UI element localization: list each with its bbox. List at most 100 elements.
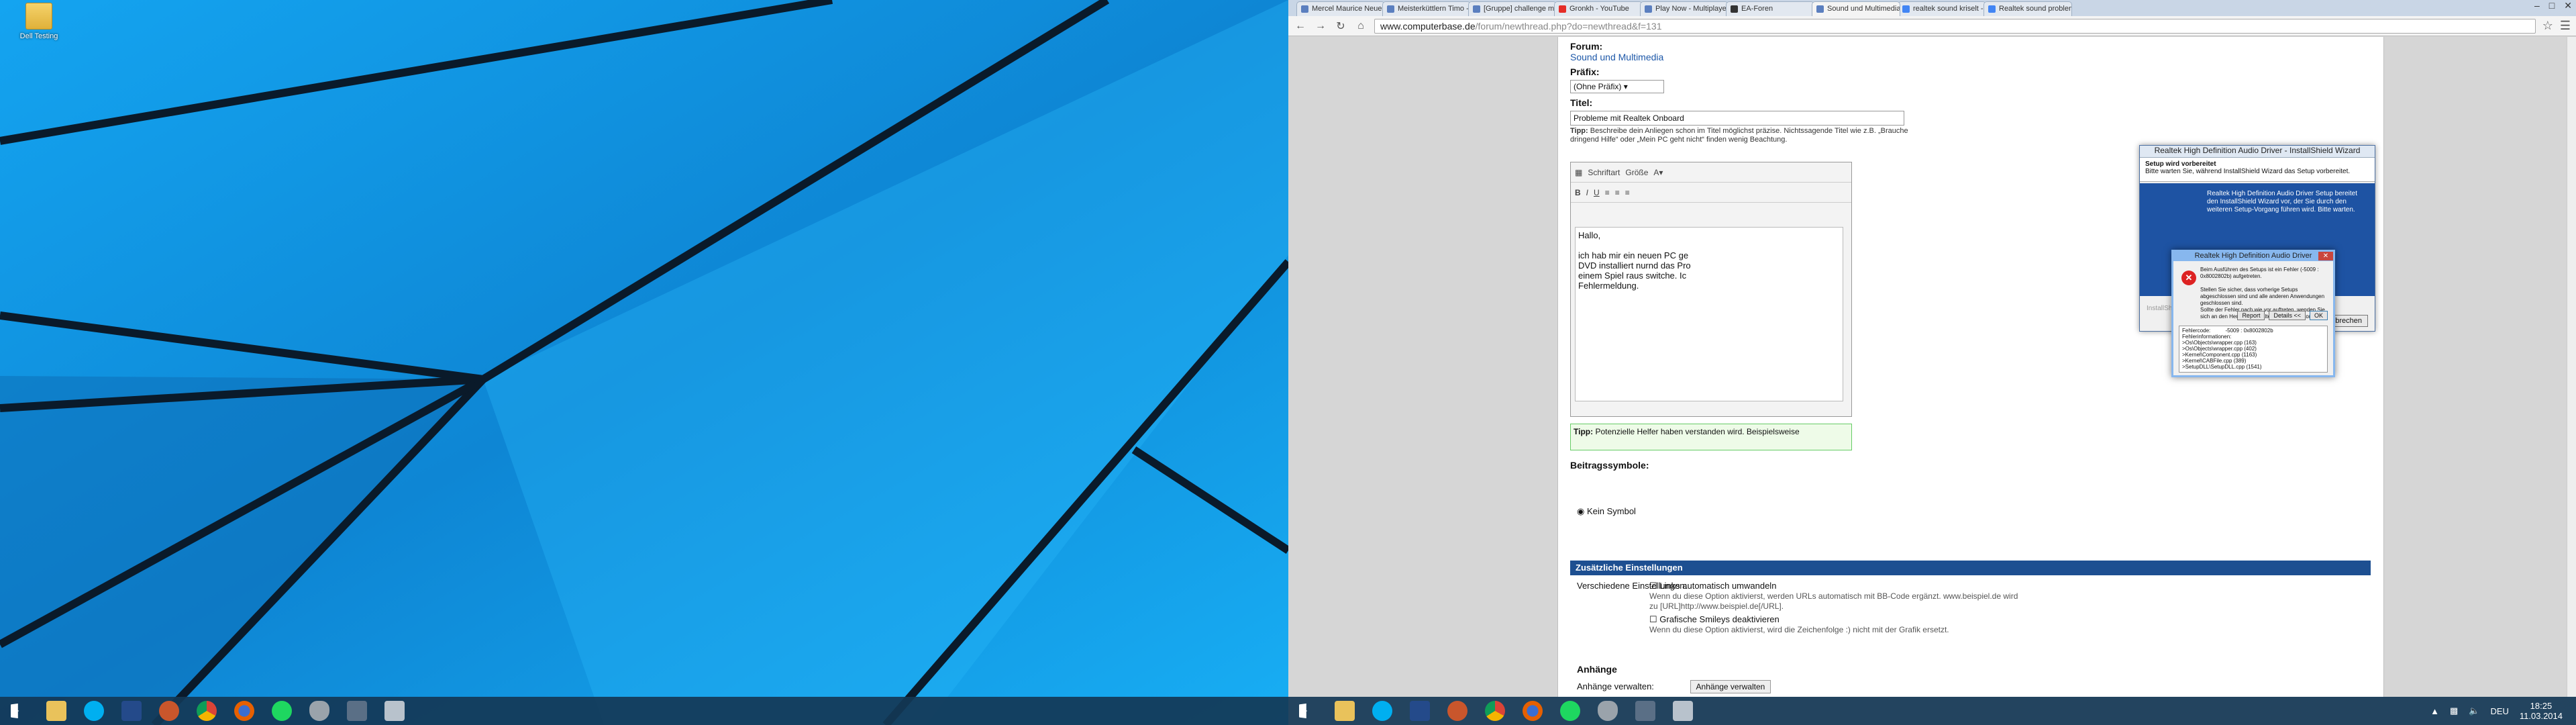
start-button[interactable] bbox=[1288, 697, 1326, 725]
menu-icon[interactable]: ☰ bbox=[2560, 19, 2571, 33]
taskbar-app[interactable] bbox=[113, 697, 150, 725]
taskbar-app2[interactable] bbox=[338, 697, 376, 725]
browser-tab[interactable]: Mercel Maurice Neue bbox=[1296, 1, 1385, 16]
symbols-label: Beitragssymbole: bbox=[1570, 460, 1649, 471]
taskbar-skype[interactable] bbox=[1363, 697, 1401, 725]
taskbar-security[interactable] bbox=[1589, 697, 1627, 725]
network-icon[interactable]: ▩ bbox=[2450, 706, 2458, 716]
post-editor: ▦ Schriftart Größe A▾ B I U ≡ ≡ ≡ Hallo,… bbox=[1570, 162, 1852, 417]
address-bar[interactable]: www.computerbase.de/forum/newthread.php?… bbox=[1374, 18, 2536, 34]
firefox-icon bbox=[1523, 701, 1543, 721]
title-label: Titel: bbox=[1570, 97, 1593, 108]
firefox-icon bbox=[234, 701, 254, 721]
desktop-monitor-left: Dell Testing bbox=[0, 0, 1288, 725]
error-close-icon[interactable]: ✕ bbox=[2318, 252, 2333, 260]
taskbar-chrome[interactable] bbox=[188, 697, 225, 725]
align-left-icon[interactable]: ≡ bbox=[1605, 188, 1610, 197]
page-scrollbar[interactable] bbox=[2567, 37, 2576, 697]
bold-icon[interactable]: B bbox=[1575, 188, 1581, 197]
reload-icon[interactable]: ↻ bbox=[1334, 19, 1347, 33]
italic-icon[interactable]: I bbox=[1586, 188, 1588, 197]
favicon-icon bbox=[1816, 5, 1824, 13]
language-indicator[interactable]: DEU bbox=[2490, 706, 2508, 716]
helper-tip: Tipp: Potenzielle Helfer haben verstande… bbox=[1570, 424, 1852, 450]
align-right-icon[interactable]: ≡ bbox=[1625, 188, 1630, 197]
favicon-icon bbox=[1645, 5, 1652, 13]
ok-button[interactable]: OK bbox=[2309, 311, 2328, 320]
underline-icon[interactable]: U bbox=[1594, 188, 1600, 197]
editor-mode-icon[interactable]: ▦ bbox=[1575, 168, 1582, 177]
editor-textarea[interactable]: Hallo, ich hab mir ein neuen PC ge DVD i… bbox=[1575, 227, 1843, 401]
browser-tab[interactable]: Play Now - Multiplayer bbox=[1640, 1, 1729, 16]
chrome-icon bbox=[1485, 701, 1505, 721]
attachments-label: Anhänge verwalten: bbox=[1577, 681, 1654, 691]
taskbar-firefox[interactable] bbox=[225, 697, 263, 725]
volume-icon[interactable]: 🔈 bbox=[2469, 706, 2479, 716]
taskbar-tool[interactable] bbox=[376, 697, 413, 725]
maximize-icon[interactable]: □ bbox=[2549, 0, 2555, 11]
browser-tab-active[interactable]: Sound und Multimedia - bbox=[1812, 1, 1900, 16]
title-input[interactable]: Probleme mit Realtek Onboard bbox=[1570, 111, 1904, 126]
close-icon[interactable]: ✕ bbox=[2564, 0, 2572, 11]
browser-tab[interactable]: [Gruppe] challenge mus bbox=[1468, 1, 1557, 16]
desktop-folder-icon[interactable]: Dell Testing bbox=[12, 3, 66, 40]
desktop-wallpaper bbox=[0, 0, 1288, 725]
taskbar-skype[interactable] bbox=[75, 697, 113, 725]
auto-links-checkbox[interactable]: ☑ Links automatisch umwandeln bbox=[1649, 581, 2025, 591]
auto-links-desc: Wenn du diese Option aktivierst, werden … bbox=[1649, 591, 2018, 611]
editor-format-bar: B I U ≡ ≡ ≡ bbox=[1571, 183, 1851, 203]
taskbar-firefox[interactable] bbox=[1514, 697, 1551, 725]
details-button[interactable]: Details << bbox=[2269, 311, 2306, 320]
text-color-icon[interactable]: A▾ bbox=[1653, 168, 1663, 177]
url-domain: www.computerbase.de bbox=[1380, 20, 1476, 32]
star-icon[interactable]: ☆ bbox=[2542, 19, 2553, 33]
editor-size-select[interactable]: Größe bbox=[1625, 168, 1648, 177]
smileys-checkbox[interactable]: ☐ Grafische Smileys deaktivieren bbox=[1649, 614, 2025, 625]
editor-font-select[interactable]: Schriftart bbox=[1588, 168, 1620, 177]
no-symbol-radio[interactable]: ◉ Kein Symbol bbox=[1577, 506, 1636, 517]
report-button[interactable]: Report bbox=[2237, 311, 2265, 320]
taskbar-explorer[interactable] bbox=[1326, 697, 1363, 725]
taskbar-chrome[interactable] bbox=[1476, 697, 1514, 725]
installshield-heading: Setup wird vorbereitet bbox=[2145, 160, 2216, 168]
taskbar-tool[interactable] bbox=[1664, 697, 1702, 725]
taskbar-spotify[interactable] bbox=[263, 697, 301, 725]
taskbar-game[interactable] bbox=[1439, 697, 1476, 725]
chrome-icon bbox=[197, 701, 217, 721]
installshield-subheading: Bitte warten Sie, während InstallShield … bbox=[2145, 168, 2351, 175]
taskbar-app[interactable] bbox=[1401, 697, 1439, 725]
align-center-icon[interactable]: ≡ bbox=[1615, 188, 1620, 197]
taskbar-security[interactable] bbox=[301, 697, 338, 725]
forum-label: Forum: bbox=[1570, 41, 1603, 52]
spotify-icon bbox=[1560, 701, 1580, 721]
taskbar-explorer[interactable] bbox=[38, 697, 75, 725]
tool-icon bbox=[384, 701, 405, 721]
back-icon[interactable]: ← bbox=[1294, 20, 1307, 32]
taskbar-game[interactable] bbox=[150, 697, 188, 725]
prefix-select[interactable]: (Ohne Präfix) ▾ bbox=[1570, 80, 1664, 93]
page-viewport: Forum: Sound und Multimedia Präfix: (Ohn… bbox=[1288, 37, 2576, 697]
browser-tab[interactable]: realtek sound kriselt - Go bbox=[1898, 1, 1986, 16]
tray-arrow-icon[interactable]: ▲ bbox=[2430, 706, 2439, 716]
smileys-desc: Wenn du diese Option aktivierst, wird di… bbox=[1649, 625, 1949, 634]
browser-tab[interactable]: Meisterküttlern Timo - N bbox=[1382, 1, 1471, 16]
taskbar-spotify[interactable] bbox=[1551, 697, 1589, 725]
windows-logo-icon bbox=[11, 703, 19, 719]
forward-icon[interactable]: → bbox=[1314, 20, 1327, 32]
extra-settings-header: Zusätzliche Einstellungen bbox=[1570, 561, 2371, 575]
google-icon bbox=[1988, 5, 1996, 13]
browser-tab[interactable]: Realtek sound problem bbox=[1983, 1, 2072, 16]
prefix-label: Präfix: bbox=[1570, 66, 1600, 77]
spotify-icon bbox=[272, 701, 292, 721]
taskbar-app2[interactable] bbox=[1627, 697, 1664, 725]
home-icon[interactable]: ⌂ bbox=[1354, 20, 1368, 32]
manage-attachments-button[interactable]: Anhänge verwalten bbox=[1690, 680, 1771, 693]
game-icon bbox=[1447, 701, 1467, 721]
folder-icon bbox=[25, 3, 52, 30]
minimize-icon[interactable]: – bbox=[2534, 0, 2540, 11]
start-button[interactable] bbox=[0, 697, 38, 725]
clock[interactable]: 18:25 11.03.2014 bbox=[2520, 701, 2563, 721]
browser-tab[interactable]: EA-Foren bbox=[1726, 1, 1814, 16]
browser-tab[interactable]: Gronkh - YouTube bbox=[1554, 1, 1643, 16]
forum-link[interactable]: Sound und Multimedia bbox=[1570, 52, 2371, 62]
